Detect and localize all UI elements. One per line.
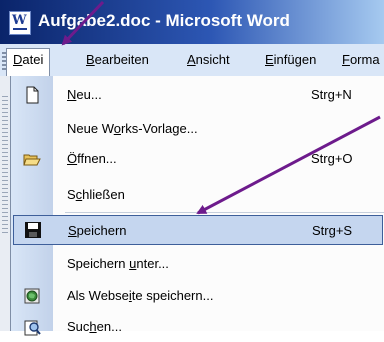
menu-datei[interactable]: Datei [6, 48, 51, 76]
shortcut-label: Strg+N [311, 87, 352, 102]
menu-item-save[interactable]: Speichern Strg+S [13, 215, 383, 245]
file-menu-dropdown: Neu... Strg+N Neue Works-Vorlage... Öffn… [10, 76, 384, 336]
menu-ansicht[interactable]: Ansicht [181, 49, 236, 71]
new-document-icon [26, 86, 39, 104]
save-as-web-icon [24, 288, 40, 304]
open-folder-icon [23, 154, 41, 166]
menu-bearbeiten[interactable]: Bearbeiten [80, 49, 155, 71]
title-bar: Aufgabe2.doc - Microsoft Word [0, 0, 384, 44]
menu-item-save-as-webpage[interactable]: Als Webseite speichern... [11, 281, 384, 311]
menu-item-new-works-template[interactable]: Neue Works-Vorlage... [11, 114, 384, 144]
menu-einfuegen[interactable]: Einfügen [259, 49, 322, 71]
menu-item-search[interactable]: Suchen... [11, 312, 384, 342]
toolbar-grip-strip [2, 96, 8, 236]
menu-item-open[interactable]: Öffnen... Strg+O [11, 144, 384, 174]
shortcut-label: Strg+O [311, 151, 353, 166]
window-title: Aufgabe2.doc - Microsoft Word [38, 11, 290, 30]
shortcut-label: Strg+S [312, 223, 353, 238]
menu-item-new[interactable]: Neu... Strg+N [11, 80, 384, 110]
search-icon [24, 320, 41, 336]
menu-item-save-as[interactable]: Speichern unter... [11, 249, 384, 279]
menu-format[interactable]: Forma [336, 49, 384, 71]
menu-separator [65, 212, 384, 213]
word-doc-icon[interactable] [9, 11, 31, 35]
menu-item-close[interactable]: Schließen [11, 180, 384, 210]
save-floppy-icon [25, 222, 41, 238]
menu-bar: Datei Bearbeiten Ansicht Einfügen Forma [0, 44, 384, 77]
